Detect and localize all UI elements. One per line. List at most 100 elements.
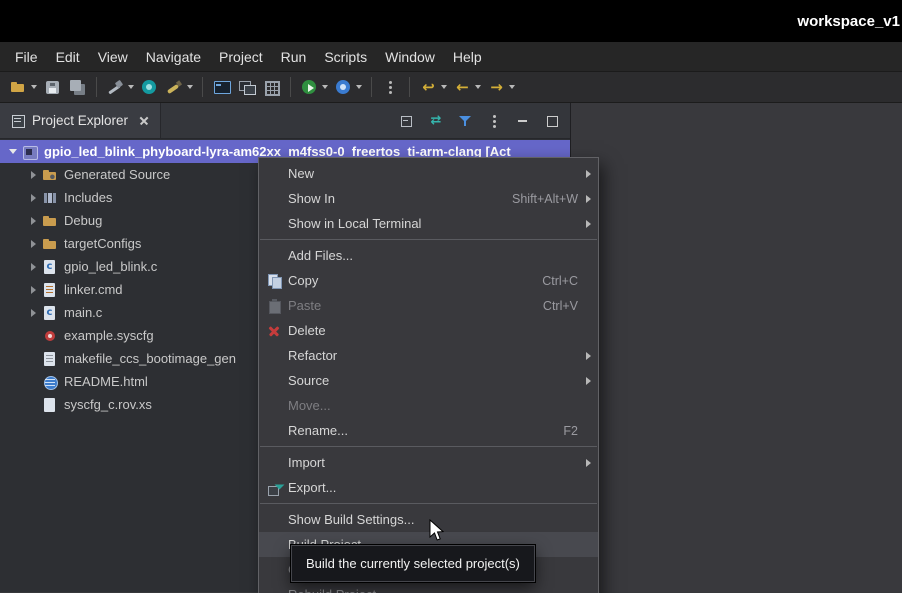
blank-icon — [265, 455, 285, 471]
tree-item-label: targetConfigs — [64, 236, 141, 251]
context-menu-item-new[interactable]: New — [259, 161, 598, 186]
chevron-down-icon[interactable] — [322, 85, 328, 89]
tree-item-label: README.html — [64, 374, 148, 389]
context-menu-item-add-files[interactable]: Add Files... — [259, 243, 598, 268]
terminal-button[interactable] — [209, 75, 234, 99]
context-menu-item-import[interactable]: Import — [259, 450, 598, 475]
chevron-right-icon[interactable] — [26, 191, 40, 205]
context-menu-item-show-in-local-terminal[interactable]: Show in Local Terminal — [259, 211, 598, 236]
context-menu-item-source[interactable]: Source — [259, 368, 598, 393]
html-file-icon — [42, 374, 59, 390]
close-icon[interactable] — [138, 115, 150, 127]
tree-item-label: example.syscfg — [64, 328, 154, 343]
link-with-editor-icon[interactable] — [428, 113, 444, 129]
screens-icon — [237, 78, 256, 97]
c-file-icon — [42, 305, 59, 321]
context-menu-item-refactor[interactable]: Refactor — [259, 343, 598, 368]
blank-icon — [265, 348, 285, 364]
menu-edit[interactable]: Edit — [47, 45, 89, 69]
brush-button[interactable] — [162, 75, 196, 99]
run-button[interactable] — [297, 75, 331, 99]
tree-item-label: makefile_ccs_bootimage_gen — [64, 351, 236, 366]
cmd-file-icon — [42, 282, 59, 298]
tree-item-label: syscfg_c.rov.xs — [64, 397, 152, 412]
menu-run[interactable]: Run — [272, 45, 316, 69]
chevron-down-icon[interactable] — [187, 85, 193, 89]
chevron-down-icon[interactable] — [475, 85, 481, 89]
menu-separator — [260, 239, 597, 240]
collapse-all-icon[interactable] — [399, 113, 415, 129]
context-menu-item-copy[interactable]: Copy Ctrl+C — [259, 268, 598, 293]
menu-item-shortcut: Ctrl+C — [542, 274, 582, 288]
submenu-arrow-icon — [582, 220, 591, 228]
blank-icon — [265, 587, 285, 593]
save-button[interactable] — [40, 75, 65, 99]
menu-item-label: Paste — [288, 298, 321, 313]
view-menu-icon[interactable] — [486, 113, 502, 129]
chevron-right-icon[interactable] — [26, 283, 40, 297]
view-header: Project Explorer — [0, 103, 570, 139]
blank-icon — [265, 562, 285, 578]
toolbar-separator — [96, 77, 97, 97]
new-wizard-button[interactable] — [6, 75, 40, 99]
chevron-down-icon[interactable] — [128, 85, 134, 89]
chevron-down-icon[interactable] — [509, 85, 515, 89]
tree-item-label: gpio_led_blink.c — [64, 259, 157, 274]
context-menu-item-paste: Paste Ctrl+V — [259, 293, 598, 318]
chevron-right-icon[interactable] — [26, 237, 40, 251]
memory-button[interactable] — [259, 75, 284, 99]
chevron-down-icon[interactable] — [441, 85, 447, 89]
submenu-arrow-icon — [582, 352, 591, 360]
toolbar-overflow-button[interactable] — [378, 75, 403, 99]
menu-view[interactable]: View — [89, 45, 137, 69]
chevron-right-icon[interactable] — [26, 306, 40, 320]
maximize-icon[interactable] — [544, 113, 560, 129]
window-title: workspace_v1 — [797, 13, 900, 30]
chevron-right-icon[interactable] — [26, 214, 40, 228]
context-menu-item-rename[interactable]: Rename... F2 — [259, 418, 598, 443]
paste-icon — [265, 298, 285, 314]
chevron-right-icon[interactable] — [26, 168, 40, 182]
context-menu-item-delete[interactable]: Delete — [259, 318, 598, 343]
minimize-icon[interactable] — [515, 113, 531, 129]
blank-icon — [265, 216, 285, 232]
mouse-cursor — [429, 519, 447, 543]
chevron-down-icon[interactable] — [31, 85, 37, 89]
menu-help[interactable]: Help — [444, 45, 491, 69]
terminal-icon — [212, 78, 231, 97]
tab-project-explorer[interactable]: Project Explorer — [0, 103, 161, 138]
flash-button[interactable] — [137, 75, 162, 99]
back-icon — [453, 78, 472, 97]
menu-item-label: Move... — [288, 398, 331, 413]
back-button[interactable] — [450, 75, 484, 99]
export-icon — [265, 480, 285, 496]
file-icon — [42, 397, 59, 413]
menu-navigate[interactable]: Navigate — [137, 45, 210, 69]
chevron-down-icon[interactable] — [6, 145, 20, 159]
last-edit-location-button[interactable] — [416, 75, 450, 99]
tooltip-text: Build the currently selected project(s) — [306, 556, 520, 571]
connect-button[interactable] — [331, 75, 365, 99]
context-menu-item-show-in[interactable]: Show In Shift+Alt+W — [259, 186, 598, 211]
forward-button[interactable] — [484, 75, 518, 99]
menu-item-label: Show in Local Terminal — [288, 216, 421, 231]
toolbar-separator — [409, 77, 410, 97]
menu-item-shortcut: Ctrl+V — [543, 299, 582, 313]
delete-icon — [265, 323, 285, 339]
chevron-down-icon[interactable] — [356, 85, 362, 89]
chevron-right-icon[interactable] — [26, 260, 40, 274]
run-icon — [300, 78, 319, 97]
build-button[interactable] — [103, 75, 137, 99]
menu-window[interactable]: Window — [376, 45, 444, 69]
screens-button[interactable] — [234, 75, 259, 99]
save-all-button[interactable] — [65, 75, 90, 99]
context-menu-item-export[interactable]: Export... — [259, 475, 598, 500]
menu-file[interactable]: File — [6, 45, 47, 69]
context-menu-item-rebuild-project[interactable]: Rebuild Project — [259, 582, 598, 593]
menu-scripts[interactable]: Scripts — [315, 45, 376, 69]
menu-project[interactable]: Project — [210, 45, 272, 69]
filter-icon[interactable] — [457, 113, 473, 129]
menu-item-label: New — [288, 166, 314, 181]
menu-item-label: Rename... — [288, 423, 348, 438]
toolbar — [0, 72, 902, 103]
